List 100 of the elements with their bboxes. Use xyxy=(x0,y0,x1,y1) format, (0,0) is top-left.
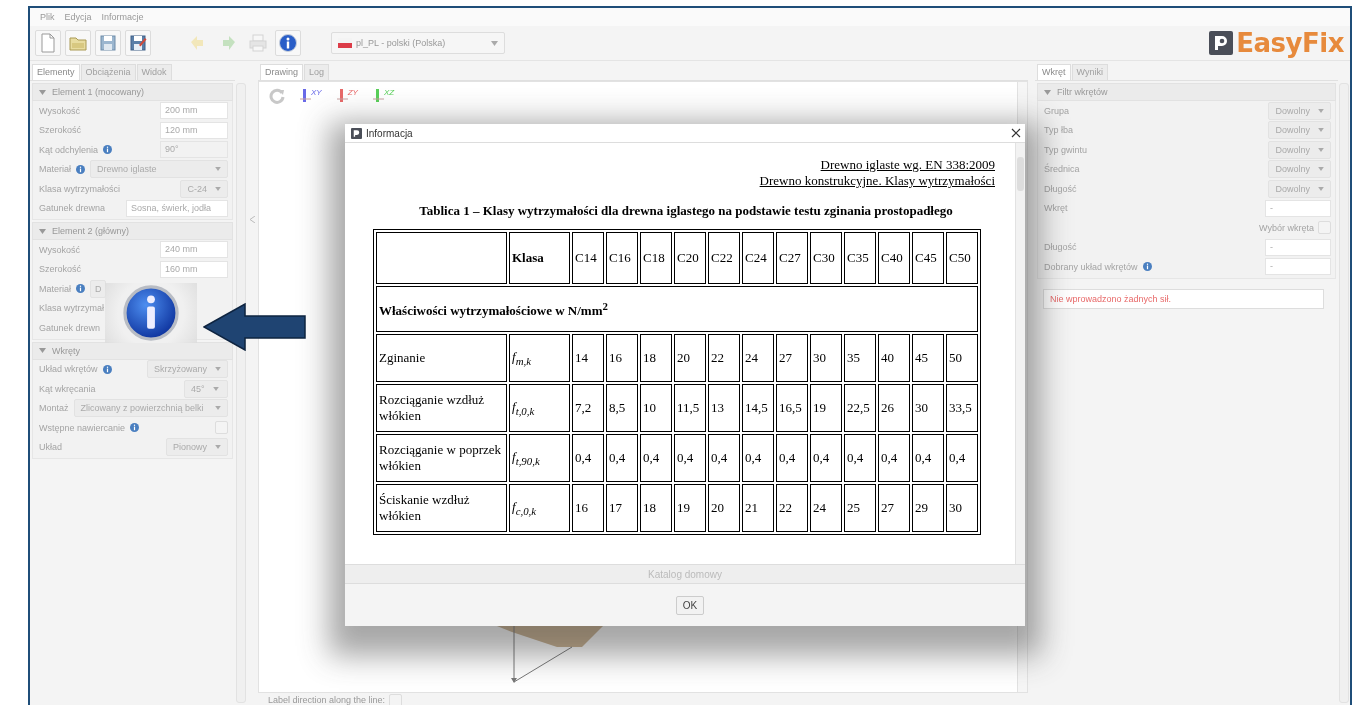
caret-icon xyxy=(212,386,219,391)
close-icon[interactable] xyxy=(1011,128,1021,138)
menu-item[interactable]: Edycja xyxy=(64,12,92,22)
dialog-title: Informacja xyxy=(366,127,413,139)
caret-icon xyxy=(1318,147,1324,152)
floppy-disk-pencil-icon[interactable] xyxy=(125,30,151,56)
tab[interactable]: Log xyxy=(304,64,330,80)
input-field[interactable]: - xyxy=(1265,258,1331,276)
table-cell: 17 xyxy=(606,484,638,532)
field-label: Materiał xyxy=(39,283,71,294)
table-cell: 16 xyxy=(572,484,604,532)
table-cell: 19 xyxy=(674,484,706,532)
field-label: Wysokość xyxy=(39,105,80,116)
triangle-icon xyxy=(39,228,46,234)
caret-icon xyxy=(215,367,221,372)
table-header: C16 xyxy=(606,232,638,284)
field-label: Kąt wkręcania xyxy=(39,383,96,394)
table-cell: Ściskanie wzdłuż włókien xyxy=(376,484,507,532)
field-label: Kąt odchylenia xyxy=(39,144,99,155)
tab[interactable]: Wkręt xyxy=(1037,64,1071,80)
axis-view-button[interactable]: XZ xyxy=(371,88,395,104)
input-field[interactable]: 240 mm xyxy=(160,241,228,259)
dropdown[interactable]: Dowolny xyxy=(1268,179,1331,198)
caret-icon xyxy=(1318,128,1324,133)
triangle-icon xyxy=(39,348,46,353)
field-label: Gatunek drewn xyxy=(39,322,101,333)
axis-view-button[interactable]: ZY xyxy=(335,88,358,104)
dropdown[interactable]: C-24 xyxy=(180,179,228,198)
table-cell: 22 xyxy=(708,334,740,382)
caret-icon xyxy=(1318,167,1324,172)
input-field[interactable]: Sosna, świerk, jodła xyxy=(126,199,228,217)
dropdown[interactable]: Dowolny xyxy=(1268,121,1331,140)
dropdown[interactable]: Dowolny xyxy=(1268,140,1331,159)
field-label: Gatunek drewna xyxy=(39,203,106,214)
document-heading: Drewno iglaste wg. EN 338:2009 xyxy=(819,157,995,173)
input-field[interactable]: 160 mm xyxy=(160,260,228,278)
field-label: Klasa wytrzymał xyxy=(39,303,104,314)
dropdown[interactable]: Zlicowany z powierzchnią belki xyxy=(73,399,228,418)
language-dropdown[interactable]: pl_PL - polski (Polska) xyxy=(331,32,505,54)
field-label: Dobrany układ wkrętów xyxy=(1044,261,1138,272)
table-cell: 27 xyxy=(776,334,808,382)
caret-icon xyxy=(491,40,498,46)
dropdown[interactable]: D xyxy=(90,279,106,298)
input-field[interactable]: 120 mm xyxy=(160,121,228,139)
section-header[interactable]: Element 2 (główny) xyxy=(32,222,233,240)
input-field[interactable]: - xyxy=(1265,238,1331,256)
table-cell: 20 xyxy=(674,334,706,382)
table-cell: 0,4 xyxy=(742,434,774,482)
caret-icon xyxy=(215,167,221,172)
scrollbar-thumb[interactable] xyxy=(1017,157,1024,191)
table-cell: 24 xyxy=(742,334,774,382)
checkbox[interactable] xyxy=(389,693,403,705)
dropdown[interactable]: 45° xyxy=(184,379,228,398)
checkbox[interactable]: Wybór wkręta xyxy=(1259,221,1331,235)
field-label: Długość xyxy=(1044,242,1077,253)
input-field[interactable]: 90° xyxy=(160,141,228,159)
table-cell: 35 xyxy=(844,334,876,382)
table-cell: 25 xyxy=(844,484,876,532)
table-cell: Zginanie xyxy=(376,334,507,382)
scrollbar[interactable] xyxy=(1015,143,1025,564)
rotate-icon[interactable] xyxy=(269,88,285,104)
table-cell: 0,4 xyxy=(606,434,638,482)
table-cell: 40 xyxy=(878,334,910,382)
dropdown[interactable]: Dowolny xyxy=(1268,160,1331,179)
table-cell: 45 xyxy=(912,334,944,382)
table-cell: 22,5 xyxy=(844,384,876,432)
menu-item[interactable]: Informacje xyxy=(101,12,144,22)
tab[interactable]: Wyniki xyxy=(1071,64,1108,80)
arrow-icon xyxy=(203,303,307,351)
field-label: Wysokość xyxy=(39,244,80,255)
option-label: Label direction along the line: xyxy=(268,695,386,705)
menu-item[interactable]: Plik xyxy=(40,12,55,22)
section-header[interactable]: Element 1 (mocowany) xyxy=(32,83,233,101)
dropdown[interactable]: Dowolny xyxy=(1268,101,1331,120)
scrollbar[interactable] xyxy=(1339,83,1349,703)
section-header[interactable]: Filtr wkrętów xyxy=(1037,83,1336,101)
field-label: Szerokość xyxy=(39,125,82,136)
axis-view-button[interactable]: XY xyxy=(299,88,322,104)
dropdown[interactable]: Drewno iglaste xyxy=(90,160,228,179)
page-icon[interactable] xyxy=(35,30,61,56)
folder-icon[interactable] xyxy=(65,30,91,56)
tab[interactable]: Obciążenia xyxy=(80,64,136,80)
ok-button[interactable]: OK xyxy=(675,595,705,615)
dropdown[interactable]: Pionowy xyxy=(165,438,228,457)
tab[interactable]: Drawing xyxy=(260,64,303,80)
info-icon[interactable] xyxy=(275,30,301,56)
caret-icon xyxy=(215,186,221,191)
section-header[interactable]: Wkręty xyxy=(32,341,233,360)
table-header: C14 xyxy=(572,232,604,284)
table-cell: 14,5 xyxy=(742,384,774,432)
tab[interactable]: Elementy xyxy=(32,64,80,80)
scrollbar[interactable] xyxy=(236,83,246,703)
tab[interactable]: Widok xyxy=(136,64,172,80)
table-cell: 18 xyxy=(640,334,672,382)
table-cell: 0,4 xyxy=(844,434,876,482)
dropdown[interactable]: Skrzyżowany xyxy=(147,360,228,379)
input-field[interactable]: 200 mm xyxy=(160,102,228,120)
table-cell: 14 xyxy=(572,334,604,382)
field-label: Długość xyxy=(1044,183,1077,194)
input-field[interactable]: - xyxy=(1265,199,1331,217)
